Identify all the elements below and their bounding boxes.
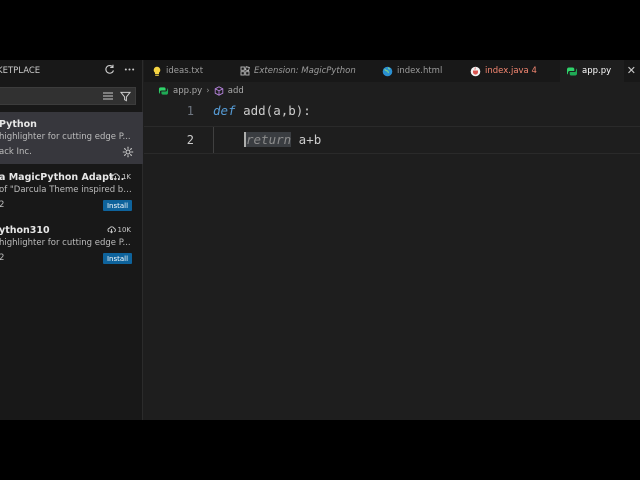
download-count: 1K	[111, 172, 131, 181]
tab-label: Extension: MagicPython	[254, 66, 356, 76]
tab-label: index.html	[397, 66, 443, 76]
install-button[interactable]: Install	[103, 253, 132, 264]
extension-description: highlighter for cutting edge P...	[0, 238, 131, 248]
extension-item-python310[interactable]: ython310 10K highlighter for cutting edg…	[0, 218, 143, 270]
code-line: 1 def add(a,b):	[144, 98, 640, 126]
code-editor[interactable]: 1 def add(a,b): 2 return a+b	[144, 98, 640, 420]
code-text: def add(a,b):	[213, 103, 311, 118]
sidebar-title: KETPLACE	[0, 66, 41, 76]
extension-publisher: ack Inc.	[0, 147, 32, 157]
line-number: 1	[186, 104, 194, 118]
vscode-window: KETPLACE Python highlighter for cutting …	[0, 60, 640, 420]
editor-tab-bar: ideas.txt Extension: MagicPython index.h…	[144, 60, 640, 82]
lightbulb-icon	[152, 66, 162, 77]
cloud-download-icon	[107, 226, 116, 234]
code-keyword: def	[213, 103, 236, 118]
extension-publisher: 2	[0, 253, 5, 263]
extension-name: ython310	[0, 225, 50, 236]
tab-label: index.java 4	[485, 66, 537, 76]
breadcrumb: app.py › add	[158, 84, 244, 98]
extension-name: Python	[0, 119, 37, 130]
download-count-value: 1K	[121, 172, 131, 181]
method-cube-icon	[214, 86, 224, 96]
extension-description: of "Darcula Theme inspired by ...	[0, 185, 135, 195]
gear-icon[interactable]	[122, 146, 134, 158]
python-icon	[158, 86, 169, 96]
clear-filter-list-icon[interactable]	[102, 90, 114, 102]
extension-publisher: 2	[0, 200, 5, 210]
download-count: 10K	[107, 225, 132, 234]
extension-icon	[240, 66, 250, 76]
extension-description: highlighter for cutting edge P...	[0, 132, 131, 142]
chevron-right-icon: ›	[206, 86, 210, 96]
tab-label: ideas.txt	[166, 66, 204, 76]
more-actions-icon[interactable]	[124, 64, 135, 75]
install-button[interactable]: Install	[103, 200, 132, 211]
search-actions	[102, 90, 131, 102]
tab-index-java[interactable]: index.java 4	[470, 60, 556, 82]
refresh-icon[interactable]	[104, 64, 115, 75]
extensions-sidebar: KETPLACE Python highlighter for cutting …	[0, 60, 143, 420]
sidebar-header: KETPLACE	[0, 60, 143, 82]
code-rest: add(a,b):	[235, 103, 311, 118]
tab-ideas-txt[interactable]: ideas.txt	[152, 60, 236, 82]
tab-extension-magicpython[interactable]: Extension: MagicPython	[240, 60, 370, 82]
python-icon	[566, 66, 578, 77]
tab-index-html[interactable]: index.html	[382, 60, 464, 82]
globe-icon	[382, 66, 393, 77]
download-count-value: 10K	[117, 225, 132, 234]
java-icon	[470, 66, 481, 77]
breadcrumb-file[interactable]: app.py	[173, 86, 202, 96]
code-rest: a+b	[291, 132, 322, 147]
extension-item-python[interactable]: Python highlighter for cutting edge P...…	[0, 112, 143, 164]
cloud-download-icon	[111, 173, 120, 181]
sidebar-actions	[104, 64, 135, 75]
extension-search-input[interactable]	[0, 87, 136, 105]
tab-app-py[interactable]: app.py	[560, 60, 624, 82]
extension-name: a MagicPython Adapt...	[0, 172, 125, 183]
line-number: 2	[186, 133, 194, 147]
close-icon[interactable]: ✕	[627, 64, 636, 77]
filter-icon[interactable]	[120, 90, 131, 102]
extension-item-magicpython-adapter[interactable]: a MagicPython Adapt... 1K of "Darcula Th…	[0, 165, 143, 217]
code-keyword-selected: return	[244, 132, 292, 147]
code-text: return a+b	[244, 132, 321, 147]
tab-label: app.py	[582, 66, 612, 76]
breadcrumb-symbol[interactable]: add	[228, 86, 244, 96]
code-line-current: 2 return a+b	[144, 126, 640, 154]
